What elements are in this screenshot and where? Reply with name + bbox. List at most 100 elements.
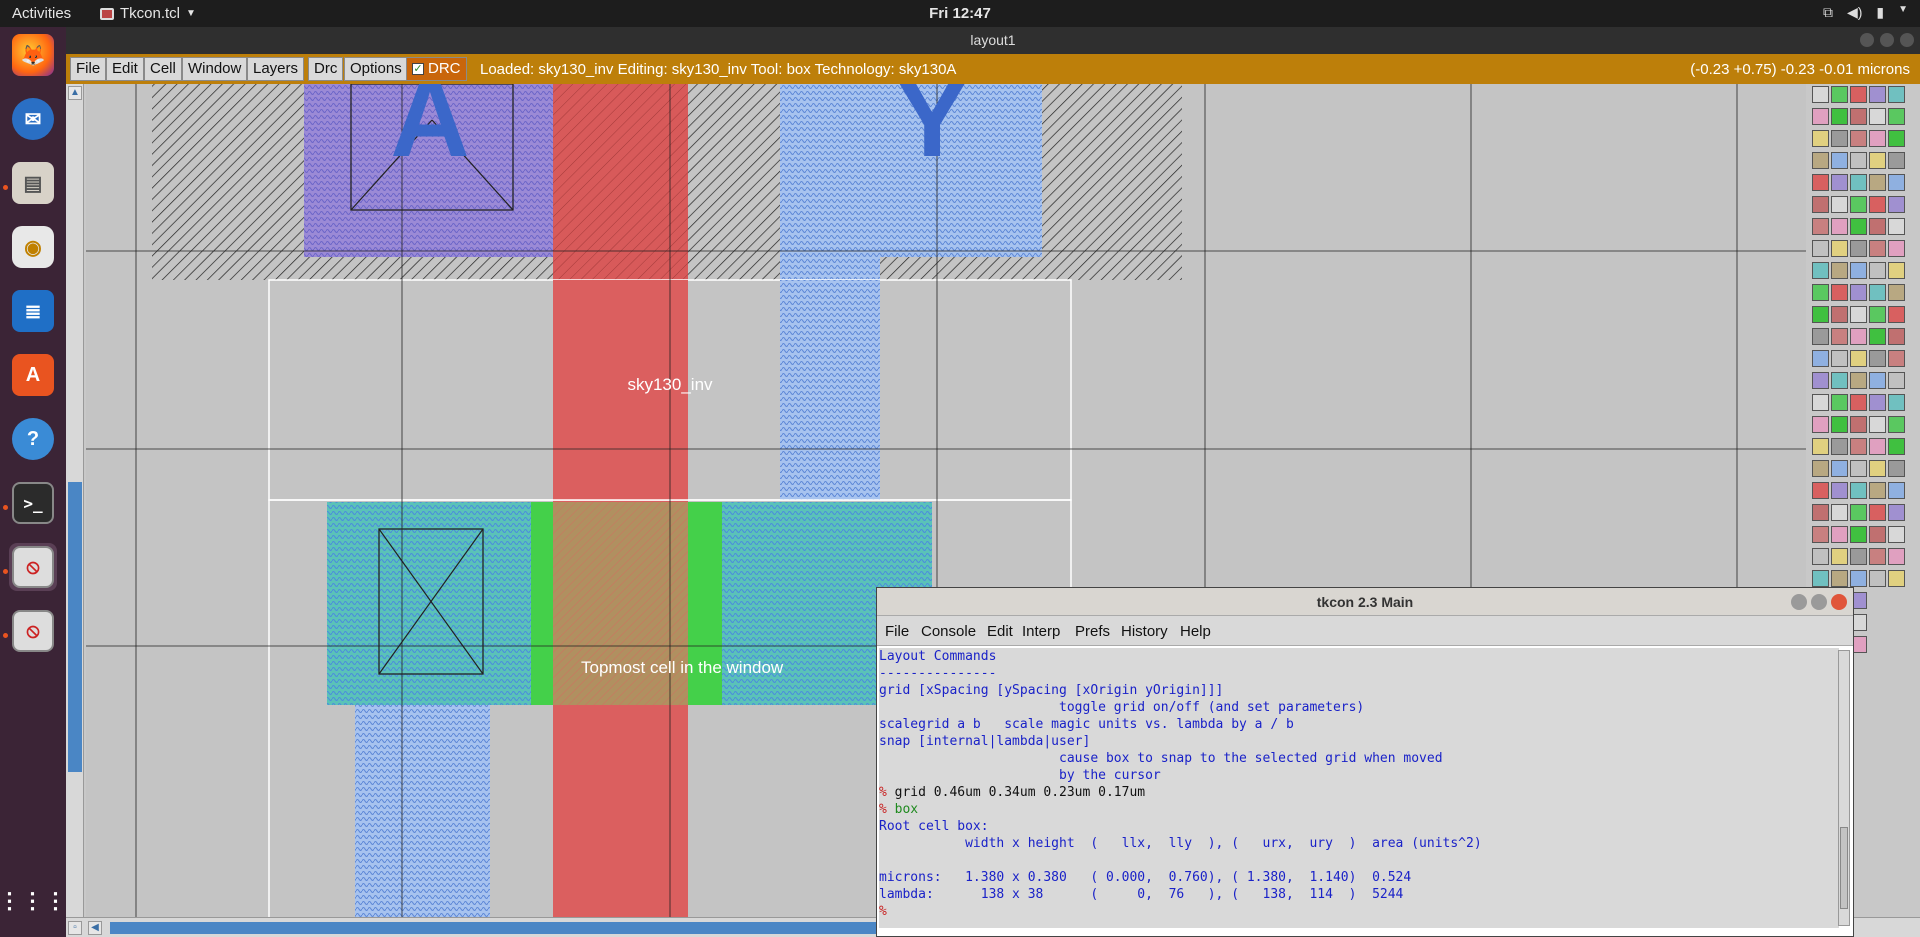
layer-swatch[interactable]	[1888, 306, 1905, 323]
layer-swatch[interactable]	[1812, 372, 1829, 389]
layer-swatch[interactable]	[1869, 526, 1886, 543]
layer-swatch[interactable]	[1888, 394, 1905, 411]
layer-swatch[interactable]	[1888, 504, 1905, 521]
minimize-button[interactable]	[1860, 33, 1874, 47]
layer-swatch[interactable]	[1812, 196, 1829, 213]
layer-swatch[interactable]	[1850, 130, 1867, 147]
layer-swatch[interactable]	[1888, 284, 1905, 301]
layer-swatch[interactable]	[1850, 306, 1867, 323]
layer-swatch[interactable]	[1850, 108, 1867, 125]
layer-swatch[interactable]	[1812, 218, 1829, 235]
tk-menu-interp[interactable]: Interp	[1022, 623, 1060, 640]
layer-swatch[interactable]	[1812, 284, 1829, 301]
layer-swatch[interactable]	[1888, 174, 1905, 191]
layer-swatch[interactable]	[1869, 394, 1886, 411]
layer-swatch[interactable]	[1850, 350, 1867, 367]
layer-swatch[interactable]	[1850, 240, 1867, 257]
layer-swatch[interactable]	[1888, 196, 1905, 213]
layer-swatch[interactable]	[1888, 526, 1905, 543]
layer-swatch[interactable]	[1869, 416, 1886, 433]
layer-swatch[interactable]	[1812, 526, 1829, 543]
menu-window[interactable]: Window	[182, 57, 248, 81]
dock-firefox[interactable]: 🦊	[9, 31, 57, 79]
layer-swatch[interactable]	[1888, 240, 1905, 257]
layer-swatch[interactable]	[1869, 504, 1886, 521]
minimize-button[interactable]	[1791, 594, 1807, 610]
window-titlebar[interactable]: layout1	[66, 27, 1920, 54]
layer-swatch[interactable]	[1812, 438, 1829, 455]
drc-toggle[interactable]: ✓ DRC	[406, 57, 467, 81]
layer-swatch[interactable]	[1850, 174, 1867, 191]
console-scrollbar[interactable]	[1838, 650, 1850, 926]
layer-swatch[interactable]	[1869, 130, 1886, 147]
menu-file[interactable]: File	[70, 57, 107, 81]
layer-swatch[interactable]	[1869, 152, 1886, 169]
layer-swatch[interactable]	[1831, 306, 1848, 323]
tk-menu-file[interactable]: File	[885, 623, 909, 640]
layer-swatch[interactable]	[1850, 284, 1867, 301]
layer-swatch[interactable]	[1831, 86, 1848, 103]
tkcon-titlebar[interactable]: tkcon 2.3 Main	[877, 588, 1853, 616]
layer-swatch[interactable]	[1869, 306, 1886, 323]
layer-swatch[interactable]	[1831, 372, 1848, 389]
layer-swatch[interactable]	[1850, 460, 1867, 477]
layer-swatch[interactable]	[1869, 482, 1886, 499]
menu-cell[interactable]: Cell	[144, 57, 182, 81]
layer-swatch[interactable]	[1831, 570, 1848, 587]
layer-swatch[interactable]	[1869, 460, 1886, 477]
layer-swatch[interactable]	[1831, 482, 1848, 499]
layer-swatch[interactable]	[1831, 504, 1848, 521]
layer-swatch[interactable]	[1812, 328, 1829, 345]
layer-swatch[interactable]	[1850, 482, 1867, 499]
layer-swatch[interactable]	[1831, 130, 1848, 147]
layer-swatch[interactable]	[1888, 460, 1905, 477]
layer-swatch[interactable]	[1812, 548, 1829, 565]
tk-menu-history[interactable]: History	[1121, 623, 1168, 640]
layer-swatch[interactable]	[1869, 174, 1886, 191]
layer-swatch[interactable]	[1812, 460, 1829, 477]
layer-swatch[interactable]	[1888, 482, 1905, 499]
layer-swatch[interactable]	[1850, 548, 1867, 565]
layer-swatch[interactable]	[1831, 262, 1848, 279]
layer-swatch[interactable]	[1869, 86, 1886, 103]
dock-software[interactable]: A	[9, 351, 57, 399]
tk-menu-console[interactable]: Console	[921, 623, 976, 640]
layer-swatch[interactable]	[1812, 86, 1829, 103]
app-menu[interactable]: Tkcon.tcl ▼	[100, 5, 196, 22]
layer-swatch[interactable]	[1812, 570, 1829, 587]
layer-swatch[interactable]	[1812, 240, 1829, 257]
clock[interactable]: Fri 12:47	[0, 5, 1920, 22]
layer-swatch[interactable]	[1850, 328, 1867, 345]
dock-files[interactable]: ▤	[9, 159, 57, 207]
activities-button[interactable]: Activities	[12, 5, 71, 22]
layer-swatch[interactable]	[1831, 548, 1848, 565]
layer-swatch[interactable]	[1869, 262, 1886, 279]
layer-swatch[interactable]	[1831, 394, 1848, 411]
layer-swatch[interactable]	[1888, 108, 1905, 125]
layer-swatch[interactable]	[1850, 504, 1867, 521]
scroll-left-icon[interactable]: ◀	[88, 921, 102, 935]
tk-menu-help[interactable]: Help	[1180, 623, 1211, 640]
vertical-scrollbar[interactable]: ▲ ▼	[66, 84, 84, 937]
menu-options[interactable]: Options	[344, 57, 408, 81]
layer-swatch[interactable]	[1869, 328, 1886, 345]
dock-thunderbird[interactable]: ✉	[9, 95, 57, 143]
layer-swatch[interactable]	[1850, 86, 1867, 103]
dock-writer[interactable]: ≣	[9, 287, 57, 335]
layer-swatch[interactable]	[1850, 152, 1867, 169]
chevron-down-icon[interactable]: ▼	[1898, 4, 1908, 21]
layer-swatch[interactable]	[1888, 328, 1905, 345]
layer-swatch[interactable]	[1831, 284, 1848, 301]
layer-swatch[interactable]	[1812, 416, 1829, 433]
dock-app-2[interactable]: ⦸	[9, 607, 57, 655]
layer-swatch[interactable]	[1812, 350, 1829, 367]
layer-swatch[interactable]	[1831, 152, 1848, 169]
layer-swatch[interactable]	[1888, 570, 1905, 587]
layer-swatch[interactable]	[1812, 482, 1829, 499]
maximize-button[interactable]	[1811, 594, 1827, 610]
layer-swatch[interactable]	[1869, 570, 1886, 587]
layer-swatch[interactable]	[1888, 372, 1905, 389]
layer-swatch[interactable]	[1812, 306, 1829, 323]
dock-help[interactable]: ?	[9, 415, 57, 463]
layer-swatch[interactable]	[1869, 350, 1886, 367]
